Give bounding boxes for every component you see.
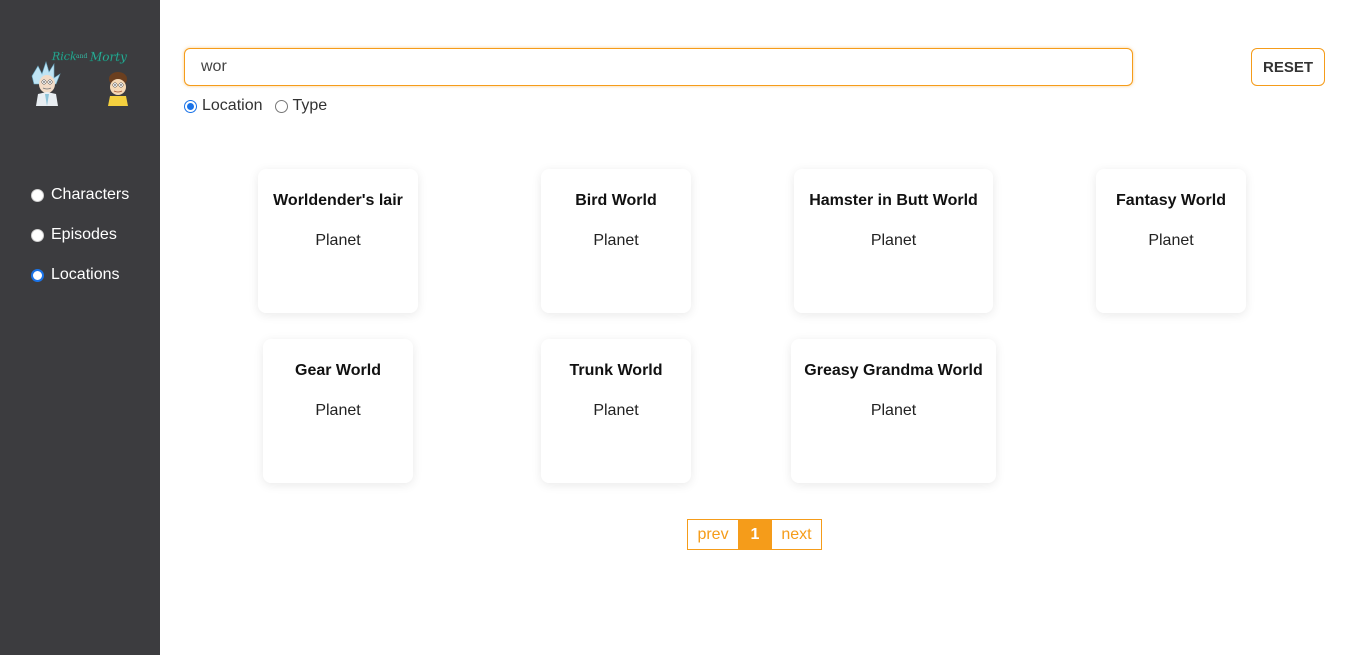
- location-card[interactable]: Bird World Planet: [541, 169, 691, 313]
- type-radio[interactable]: [274, 99, 288, 113]
- sidebar-nav: Characters Episodes Locations: [31, 185, 129, 305]
- location-name: Hamster in Butt World: [809, 192, 978, 209]
- sidebar-item-characters[interactable]: Characters: [31, 185, 129, 205]
- current-page-button[interactable]: 1: [739, 520, 771, 549]
- location-type: Planet: [315, 402, 361, 419]
- location-card[interactable]: Gear World Planet: [263, 339, 413, 483]
- location-type: Planet: [593, 402, 639, 419]
- location-type: Planet: [593, 232, 639, 249]
- location-card[interactable]: Hamster in Butt World Planet: [794, 169, 993, 313]
- location-card[interactable]: Fantasy World Planet: [1096, 169, 1246, 313]
- location-type: Planet: [870, 402, 917, 419]
- location-type: Planet: [1148, 232, 1194, 249]
- svg-text:Morty: Morty: [89, 50, 127, 64]
- sidebar: Rick and Morty Characters Episodes Locat…: [0, 0, 160, 655]
- location-name: Worldender's lair: [273, 192, 403, 209]
- location-name: Fantasy World: [1116, 192, 1226, 209]
- location-card[interactable]: Worldender's lair Planet: [258, 169, 418, 313]
- sidebar-item-label: Episodes: [51, 226, 117, 243]
- sidebar-item-locations[interactable]: Locations: [31, 265, 129, 285]
- location-card[interactable]: Trunk World Planet: [541, 339, 691, 483]
- sidebar-item-episodes[interactable]: Episodes: [31, 225, 129, 245]
- characters-radio[interactable]: [31, 188, 44, 202]
- filter-label: Type: [292, 97, 328, 114]
- svg-text:and: and: [76, 53, 87, 60]
- search-input[interactable]: [184, 48, 1133, 86]
- locations-radio[interactable]: [31, 268, 44, 282]
- reset-button[interactable]: RESET: [1251, 48, 1325, 86]
- search-filter-group: Location Type: [184, 97, 339, 115]
- location-radio[interactable]: [184, 99, 197, 113]
- filter-location-option[interactable]: Location: [184, 97, 263, 115]
- sidebar-item-label: Locations: [51, 266, 120, 283]
- location-name: Gear World: [295, 362, 381, 379]
- episodes-radio[interactable]: [31, 228, 44, 242]
- rick-and-morty-logo[interactable]: Rick and Morty: [30, 44, 134, 106]
- filter-type-option[interactable]: Type: [274, 97, 328, 115]
- location-name: Bird World: [575, 192, 657, 209]
- location-card[interactable]: Greasy Grandma World Planet: [791, 339, 996, 483]
- location-name: Trunk World: [569, 362, 663, 379]
- pagination: prev 1 next: [687, 519, 822, 550]
- location-name: Greasy Grandma World: [804, 362, 983, 379]
- svg-text:Rick: Rick: [51, 50, 77, 63]
- location-type: Planet: [315, 232, 361, 249]
- next-page-button[interactable]: next: [771, 520, 821, 549]
- location-type: Planet: [870, 232, 917, 249]
- prev-page-button[interactable]: prev: [688, 520, 739, 549]
- sidebar-item-label: Characters: [51, 186, 130, 203]
- filter-label: Location: [202, 97, 263, 114]
